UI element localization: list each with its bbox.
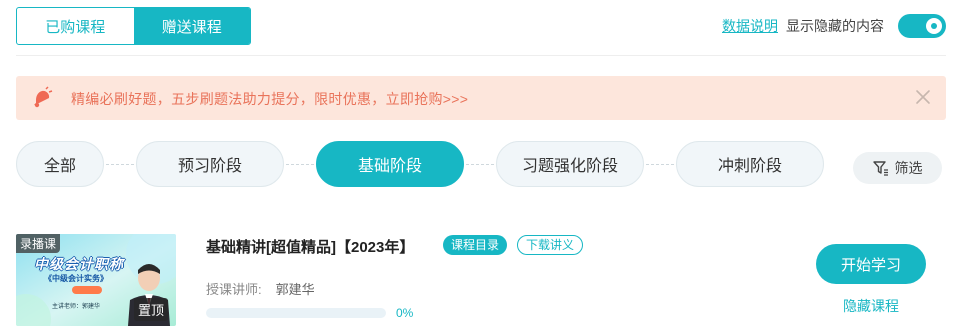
progress-bar <box>206 308 386 318</box>
data-explanation-link[interactable]: 数据说明 <box>722 16 778 36</box>
tab-gifted-courses[interactable]: 赠送课程 <box>133 8 250 44</box>
show-hidden-label: 显示隐藏的内容 <box>786 18 884 34</box>
header-divider <box>16 55 946 56</box>
promo-banner[interactable]: 精编必刷好题，五步刷题法助力提分，限时优惠，立即抢购>>> <box>16 76 946 120</box>
close-icon[interactable] <box>914 88 932 106</box>
show-hidden-toggle[interactable] <box>898 14 946 38</box>
teacher-name: 郭建华 <box>275 282 315 297</box>
pinned-badge: 置顶 <box>134 298 169 321</box>
hide-course-link[interactable]: 隐藏课程 <box>843 296 899 316</box>
teacher-label: 授课讲师: <box>206 282 262 297</box>
course-title[interactable]: 基础精讲[超值精品]【2023年】 <box>206 236 414 257</box>
start-learning-button[interactable]: 开始学习 <box>816 244 926 284</box>
cover-subtitle: 《中级会计实务》 <box>44 274 108 283</box>
toggle-knob <box>926 18 942 34</box>
header-actions: 数据说明 显示隐藏的内容 <box>722 13 946 39</box>
filter-icon <box>872 161 888 176</box>
download-handout-button[interactable]: 下载讲义 <box>517 235 584 255</box>
cover-teacher: 主讲老师：郭建华 <box>52 304 101 310</box>
bell-icon <box>34 86 53 108</box>
filter-button[interactable]: 筛选 <box>853 152 942 184</box>
stage-selector: 全部 预习阶段 基础阶段 习题强化阶段 冲刺阶段 <box>16 141 824 187</box>
stage-exercise-intensive[interactable]: 习题强化阶段 <box>496 141 644 187</box>
course-catalog-button[interactable]: 课程目录 <box>443 235 508 255</box>
cover-badge <box>72 286 102 294</box>
recorded-course-badge: 录播课 <box>16 234 61 253</box>
progress-percent: 0% <box>396 306 414 320</box>
course-type-tabs: 已购课程 赠送课程 <box>16 7 251 45</box>
stage-all[interactable]: 全部 <box>16 141 104 187</box>
teacher-info: 授课讲师: 郭建华 <box>206 279 315 298</box>
stage-sprint[interactable]: 冲刺阶段 <box>676 141 824 187</box>
course-thumbnail[interactable]: 中级会计职称 《中级会计实务》 主讲老师：郭建华 录播课 置顶 <box>16 234 176 326</box>
banner-text[interactable]: 精编必刷好题，五步刷题法助力提分，限时优惠，立即抢购>>> <box>71 89 468 109</box>
tab-purchased-courses[interactable]: 已购课程 <box>17 8 134 44</box>
stage-basic[interactable]: 基础阶段 <box>316 141 464 187</box>
cover-title: 中级会计职称 <box>34 256 124 272</box>
stage-preview[interactable]: 预习阶段 <box>136 141 284 187</box>
filter-label: 筛选 <box>894 160 923 176</box>
